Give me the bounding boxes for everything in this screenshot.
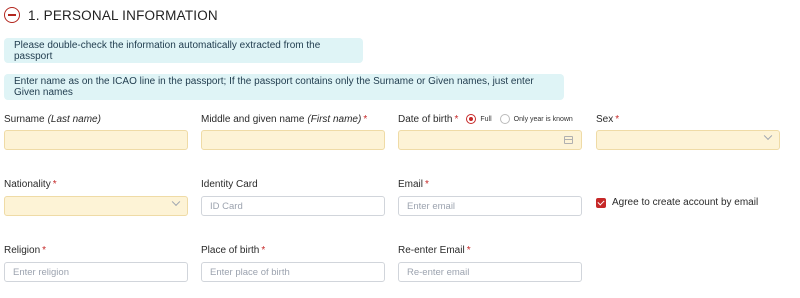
surname-field: Surname (Last name) <box>4 112 188 126</box>
agree-email-checkbox-row[interactable]: Agree to create account by email <box>596 197 758 208</box>
middle-given-label: Middle and given name (First name) * <box>201 113 368 125</box>
agree-email-label: Agree to create account by email <box>612 197 759 208</box>
section-title: 1. PERSONAL INFORMATION <box>28 7 218 23</box>
dob-input[interactable] <box>398 130 582 150</box>
reenter-email-label: Re-enter Email * <box>398 244 471 256</box>
radio-unchecked-icon[interactable] <box>499 114 510 124</box>
religion-input[interactable]: Enter religion <box>4 262 188 282</box>
place-of-birth-input[interactable]: Enter place of birth <box>201 262 385 282</box>
email-label: Email * <box>398 178 429 190</box>
place-of-birth-label: Place of birth * <box>201 244 266 256</box>
chevron-down-icon <box>763 131 773 143</box>
icao-notice: Enter name as on the ICAO line in the pa… <box>4 74 564 100</box>
dob-label: Date of birth * Full Only year is known <box>398 113 573 125</box>
nationality-select[interactable] <box>4 196 188 216</box>
sex-field: Sex * <box>596 112 780 126</box>
email-input[interactable]: Enter email <box>398 196 582 216</box>
surname-label: Surname (Last name) <box>4 113 101 125</box>
reenter-email-input[interactable]: Re-enter email <box>398 262 582 282</box>
sex-select[interactable] <box>596 130 780 150</box>
id-card-input[interactable]: ID Card <box>201 196 385 216</box>
religion-label: Religion * <box>4 244 47 256</box>
reenter-email-field: Re-enter Email * <box>398 243 582 257</box>
religion-field: Religion * <box>4 243 188 257</box>
id-card-label: Identity Card <box>201 178 258 190</box>
passport-check-notice: Please double-check the information auto… <box>4 38 363 63</box>
place-of-birth-field: Place of birth * <box>201 243 385 257</box>
section-header[interactable]: 1. PERSONAL INFORMATION <box>4 6 218 24</box>
id-card-field: Identity Card <box>201 177 385 191</box>
chevron-down-icon <box>171 197 181 209</box>
checkbox-checked-icon[interactable] <box>596 197 606 208</box>
dob-field: Date of birth * Full Only year is known <box>398 112 598 126</box>
surname-input[interactable] <box>4 130 188 150</box>
collapse-icon[interactable] <box>4 7 20 23</box>
email-field: Email * <box>398 177 582 191</box>
dob-year-only-option[interactable]: Only year is known <box>499 114 573 124</box>
middle-given-field: Middle and given name (First name) * <box>201 112 385 126</box>
middle-given-input[interactable] <box>201 130 385 150</box>
dob-full-option[interactable]: Full <box>466 114 492 124</box>
sex-label: Sex * <box>596 113 620 125</box>
nationality-field: Nationality * <box>4 177 188 191</box>
calendar-icon[interactable] <box>564 136 573 144</box>
radio-checked-icon[interactable] <box>466 114 477 124</box>
nationality-label: Nationality * <box>4 178 57 190</box>
